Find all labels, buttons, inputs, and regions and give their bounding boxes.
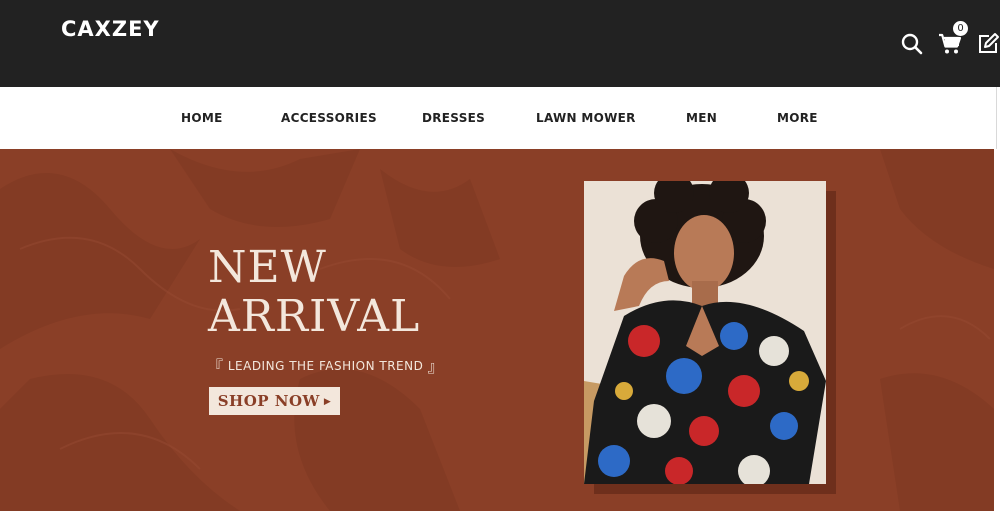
model-photo[interactable] (584, 181, 826, 484)
model-illustration (584, 181, 826, 484)
nav-item-dresses[interactable]: DRESSES (422, 111, 485, 125)
nav-item-accessories[interactable]: ACCESSORIES (281, 111, 377, 125)
play-arrow-icon: ▶ (323, 397, 332, 407)
main-navigation: HOME ACCESSORIES DRESSES LAWN MOWER MEN … (0, 87, 997, 149)
hero-tagline: 『 LEADING THE FASHION TREND 』 (207, 353, 444, 377)
tagline-bracket-open: 『 (207, 357, 224, 376)
nav-item-home[interactable]: HOME (181, 111, 223, 125)
cart-count-badge: 0 (952, 20, 969, 37)
search-icon[interactable] (900, 32, 924, 56)
brand-logo[interactable]: CAXZEY (61, 17, 160, 41)
hero-headline-line2: ARRIVAL (208, 291, 421, 342)
nav-item-men[interactable]: MEN (686, 111, 717, 125)
nav-item-lawn-mower[interactable]: LAWN MOWER (536, 111, 636, 125)
top-bar: CAXZEY 0 (0, 0, 1000, 87)
cart-button[interactable]: 0 (938, 20, 969, 56)
edit-icon[interactable] (976, 32, 1000, 56)
nav-item-more[interactable]: MORE (777, 111, 818, 125)
shop-now-button[interactable]: SHOP NOW ▶ (209, 387, 340, 415)
tagline-bracket-close: 』 (427, 357, 445, 376)
tagline-text: LEADING THE FASHION TREND (227, 359, 424, 373)
shop-now-label: SHOP NOW (217, 392, 320, 410)
hero-banner[interactable]: NEW ARRIVAL 『 LEADING THE FASHION TREND … (0, 149, 994, 511)
hero-background-pattern (0, 149, 994, 511)
hero-headline-line1: NEW (208, 242, 327, 293)
